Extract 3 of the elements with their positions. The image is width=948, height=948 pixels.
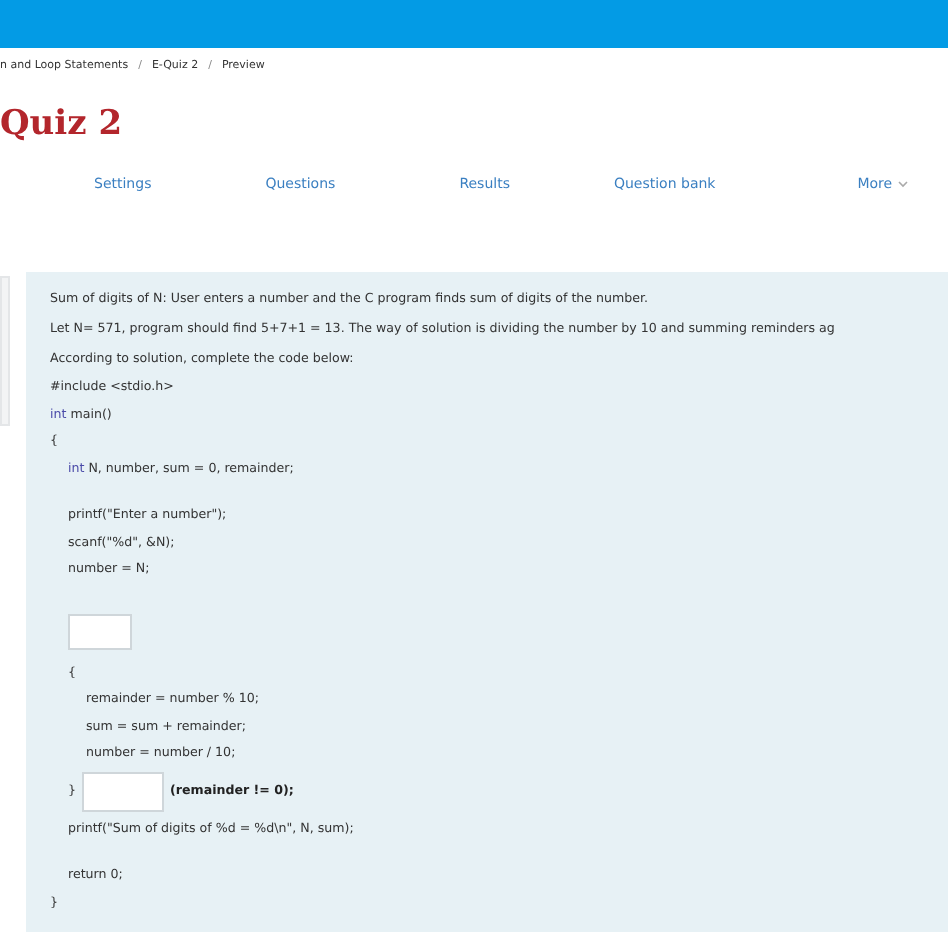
answer-field[interactable] (82, 771, 165, 811)
page-title: Quiz 2 (0, 102, 125, 148)
answer-field[interactable] (68, 613, 132, 649)
